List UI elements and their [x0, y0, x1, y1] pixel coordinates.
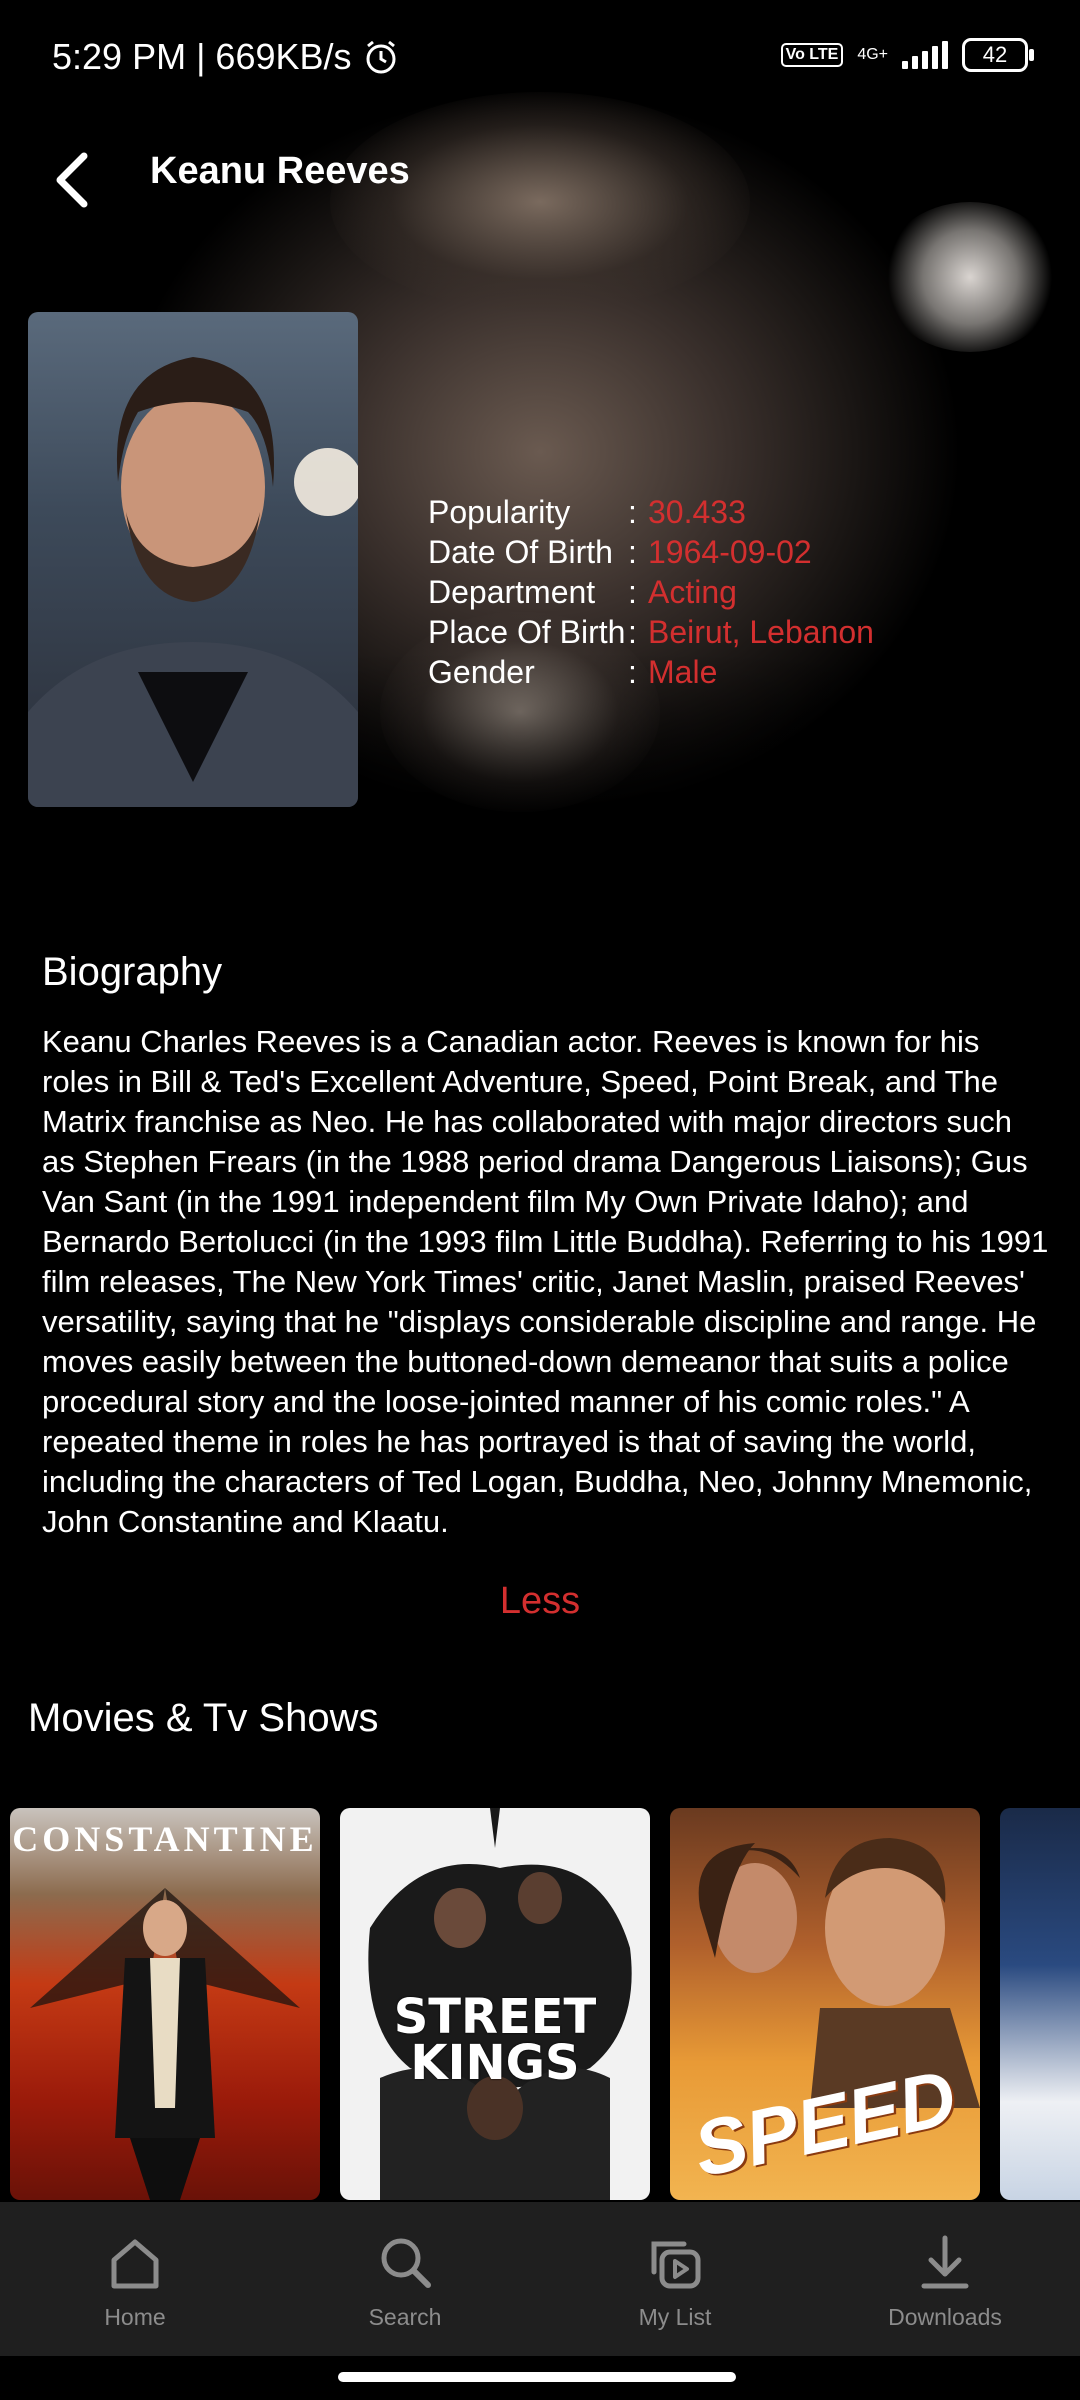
- movies-heading: Movies & Tv Shows: [28, 1696, 379, 1740]
- detail-value: Male: [648, 654, 718, 690]
- biography-heading: Biography: [42, 950, 223, 994]
- search-icon: [381, 2238, 431, 2288]
- detail-row-date-of-birth: Date Of Birth : 1964-09-02: [428, 534, 812, 570]
- back-arrow-icon[interactable]: [50, 150, 94, 210]
- page-title: Keanu Reeves: [150, 150, 410, 192]
- nav-label: My List: [638, 2304, 712, 2330]
- less-toggle-button[interactable]: Less: [0, 1580, 1080, 1623]
- nav-label: Search: [368, 2304, 442, 2330]
- bottom-navigation: Home Search My List Downloads: [0, 2202, 1080, 2356]
- biography-text: Keanu Charles Reeves is a Canadian actor…: [42, 1024, 1049, 1539]
- nav-my-list[interactable]: My List: [540, 2202, 810, 2356]
- battery-level: 42: [982, 42, 1008, 67]
- detail-label: Place Of Birth: [428, 614, 626, 650]
- status-time-speed: 5:29 PM | 669KB/s: [52, 36, 352, 77]
- signal-icon: [902, 41, 948, 69]
- detail-label: Department: [428, 574, 596, 610]
- detail-value: 1964-09-02: [648, 534, 812, 570]
- nav-label: Downloads: [888, 2304, 1002, 2330]
- person-details: Popularity : 30.433 Date Of Birth : 1964…: [428, 492, 874, 692]
- status-left: 5:29 PM | 669KB/s: [52, 36, 400, 78]
- battery-icon: 42: [962, 38, 1034, 72]
- alarm-icon: [366, 40, 396, 74]
- nav-home[interactable]: Home: [0, 2202, 270, 2356]
- detail-value: Acting: [648, 574, 737, 610]
- detail-row-popularity: Popularity : 30.433: [428, 494, 746, 530]
- status-right: Vo LTE 4G+ 42: [780, 38, 1034, 72]
- detail-label: Popularity: [428, 494, 571, 530]
- movie-poster[interactable]: STREET KINGS: [340, 1808, 650, 2200]
- movie-poster[interactable]: CONSTANTINE: [10, 1808, 320, 2200]
- poster-title: STREET KINGS: [393, 1989, 597, 2091]
- detail-row-place-of-birth: Place Of Birth : Beirut, Lebanon: [428, 614, 874, 650]
- nav-label: Home: [104, 2304, 166, 2330]
- profile-photo-illustration: [28, 357, 358, 807]
- nav-downloads[interactable]: Downloads: [810, 2202, 1080, 2356]
- download-icon: [921, 2235, 969, 2289]
- detail-row-gender: Gender : Male: [428, 654, 718, 690]
- detail-value: 30.433: [648, 494, 746, 530]
- detail-row-department: Department : Acting: [428, 574, 737, 610]
- my-list-icon: [651, 2241, 701, 2289]
- home-indicator[interactable]: [338, 2372, 736, 2382]
- movie-poster[interactable]: SPEED: [670, 1808, 980, 2200]
- network-type: 4G+: [857, 46, 888, 63]
- detail-label: Gender: [428, 654, 535, 690]
- volte-badge: Vo LTE: [780, 43, 844, 67]
- status-bar: 5:29 PM | 669KB/s Vo LTE 4G+ 42: [0, 0, 1080, 92]
- poster-artwork: [30, 1888, 300, 2200]
- profile-photo: [28, 312, 358, 807]
- movie-poster[interactable]: [1000, 1808, 1080, 2200]
- detail-label: Date Of Birth: [428, 534, 613, 570]
- home-icon: [111, 2239, 159, 2289]
- movies-carousel[interactable]: CONSTANTINE STREET KINGS SPEED: [10, 1808, 1080, 2200]
- nav-search[interactable]: Search: [270, 2202, 540, 2356]
- detail-value: Beirut, Lebanon: [648, 614, 874, 650]
